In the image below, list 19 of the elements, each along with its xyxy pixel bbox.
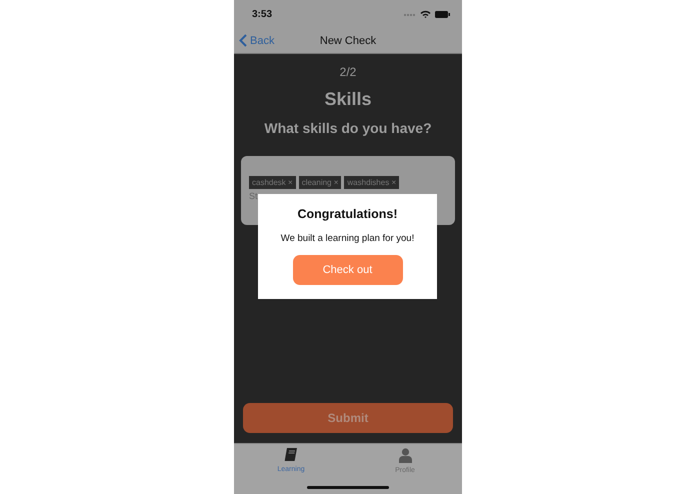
page-heading: Skills — [324, 89, 372, 110]
chevron-left-icon — [239, 34, 247, 47]
dialog-title: Congratulations! — [298, 207, 398, 221]
person-icon — [398, 448, 412, 463]
wifi-icon — [420, 10, 431, 18]
nav-title: New Check — [320, 34, 376, 46]
back-button[interactable]: Back — [234, 34, 274, 47]
status-time: 3:53 — [252, 8, 272, 20]
question-text: What skills do you have? — [264, 120, 432, 136]
skill-tag[interactable]: cleaning × — [298, 176, 342, 189]
submit-button[interactable]: Submit — [243, 403, 453, 433]
check-out-button[interactable]: Check out — [292, 255, 402, 285]
skill-tag[interactable]: washdishes × — [344, 176, 400, 189]
skill-tag[interactable]: cashdesk × — [249, 176, 296, 189]
book-icon — [284, 448, 298, 462]
battery-icon — [435, 10, 450, 18]
dialog-message: We built a learning plan for you! — [280, 233, 414, 244]
signal-icon — [404, 12, 416, 16]
step-counter: 2/2 — [340, 65, 356, 79]
